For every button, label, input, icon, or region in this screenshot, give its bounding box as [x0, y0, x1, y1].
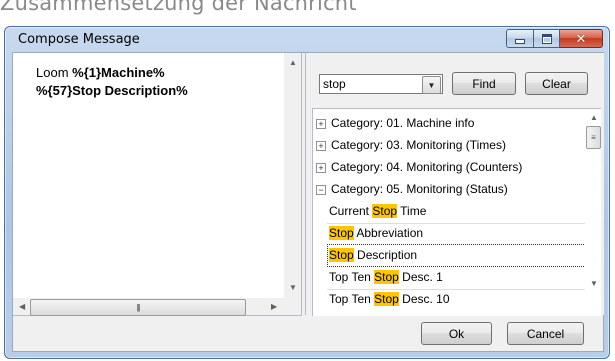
- chevron-down-icon: ▼: [427, 80, 436, 90]
- dialog-client-area: Loom %{1}Machine% %{57}Stop Description% …: [12, 52, 604, 352]
- scroll-down-arrow-icon[interactable]: ▼: [590, 280, 598, 288]
- search-match-highlight: Stop: [374, 270, 399, 284]
- tree-category[interactable]: − Category: 05. Monitoring (Status): [313, 179, 585, 200]
- minimize-button[interactable]: [506, 29, 534, 48]
- close-button[interactable]: ✕: [560, 29, 603, 48]
- tree-vertical-scrollbar[interactable]: ▲ ≡ ▼: [585, 109, 601, 316]
- scrollbar-corner: [284, 298, 301, 315]
- scroll-right-arrow-icon[interactable]: ▶: [271, 303, 277, 311]
- editor-vertical-scrollbar[interactable]: ▲ ▼: [284, 53, 301, 298]
- scroll-down-arrow-icon[interactable]: ▼: [289, 284, 297, 292]
- scroll-up-arrow-icon[interactable]: ▲: [590, 114, 598, 122]
- message-prefix: Loom: [36, 65, 73, 80]
- ok-button[interactable]: Ok: [421, 322, 492, 345]
- compose-message-dialog: Compose Message ✕ Loom %{1}Machine% %{57}…: [4, 26, 610, 359]
- expand-plus-icon[interactable]: +: [316, 163, 326, 173]
- close-icon: ✕: [575, 31, 587, 46]
- tree-item-selected[interactable]: Stop Description: [313, 244, 586, 267]
- message-variable-stop-description: %{57}Stop Description%: [36, 83, 188, 98]
- message-editor[interactable]: Loom %{1}Machine% %{57}Stop Description% …: [13, 53, 302, 316]
- window-caption-buttons: ✕: [506, 29, 603, 48]
- variable-browser: ▼ Find Clear + Category: 01. Machine inf…: [305, 53, 604, 316]
- tree-item[interactable]: Current Stop Time: [313, 201, 585, 222]
- tree-category-label: Category: 05. Monitoring (Status): [331, 182, 508, 196]
- tree-item-label: Current Stop Time: [329, 204, 427, 218]
- tree-item-label: Stop Abbreviation: [329, 226, 424, 240]
- vertical-scroll-thumb[interactable]: ≡: [586, 126, 601, 149]
- editor-horizontal-scrollbar[interactable]: ◀ ||| ▶: [13, 298, 284, 316]
- search-combobox[interactable]: ▼: [319, 74, 443, 94]
- combo-dropdown-button[interactable]: ▼: [422, 76, 441, 94]
- minimize-icon: [515, 39, 525, 44]
- tree-category-label: Category: 03. Monitoring (Times): [331, 138, 506, 152]
- expand-plus-icon[interactable]: +: [316, 119, 326, 129]
- tree-item[interactable]: Top Ten Stop Desc. 10: [313, 289, 585, 310]
- maximize-button[interactable]: [534, 29, 560, 48]
- message-variable-machine: %{1}Machine%: [72, 65, 165, 80]
- scroll-left-arrow-icon[interactable]: ◀: [19, 303, 25, 311]
- collapse-minus-icon[interactable]: −: [316, 185, 326, 195]
- maximize-icon: [541, 33, 552, 44]
- tree-category-label: Category: 04. Monitoring (Counters): [331, 160, 523, 174]
- expand-plus-icon[interactable]: +: [316, 141, 326, 151]
- tree-item-label: Top Ten Stop Desc. 10: [329, 292, 450, 306]
- tree-category-label: Category: 01. Machine info: [331, 116, 475, 130]
- window-title: Compose Message: [18, 32, 140, 47]
- search-match-highlight: Stop: [372, 204, 398, 218]
- search-input[interactable]: [320, 75, 419, 93]
- search-match-highlight: Stop: [374, 292, 399, 306]
- tree-item-label: Top Ten Stop Desc. 1: [329, 270, 443, 284]
- tree-category[interactable]: + Category: 01. Machine info: [313, 113, 585, 134]
- find-button[interactable]: Find: [452, 72, 516, 95]
- tree-item[interactable]: Top Ten Stop Desc. 1: [313, 267, 585, 288]
- dialog-footer: Ok Cancel: [13, 316, 603, 351]
- message-text[interactable]: Loom %{1}Machine% %{57}Stop Description%: [36, 64, 271, 100]
- tree-category[interactable]: + Category: 03. Monitoring (Times): [313, 135, 585, 156]
- horizontal-scroll-thumb[interactable]: |||: [30, 299, 246, 316]
- search-match-highlight: Stop: [329, 248, 354, 262]
- search-match-highlight: Stop: [329, 226, 354, 240]
- background-caption: Zusammensetzung der Nachricht: [0, 0, 357, 15]
- cancel-button[interactable]: Cancel: [507, 322, 584, 345]
- tree-category[interactable]: + Category: 04. Monitoring (Counters): [313, 157, 585, 178]
- tree-item-label: Stop Description: [327, 244, 586, 267]
- clear-button[interactable]: Clear: [525, 72, 588, 95]
- tree-item[interactable]: Stop Abbreviation: [313, 223, 585, 244]
- variable-tree[interactable]: + Category: 01. Machine info + Category:…: [312, 108, 601, 316]
- scroll-up-arrow-icon[interactable]: ▲: [289, 59, 297, 67]
